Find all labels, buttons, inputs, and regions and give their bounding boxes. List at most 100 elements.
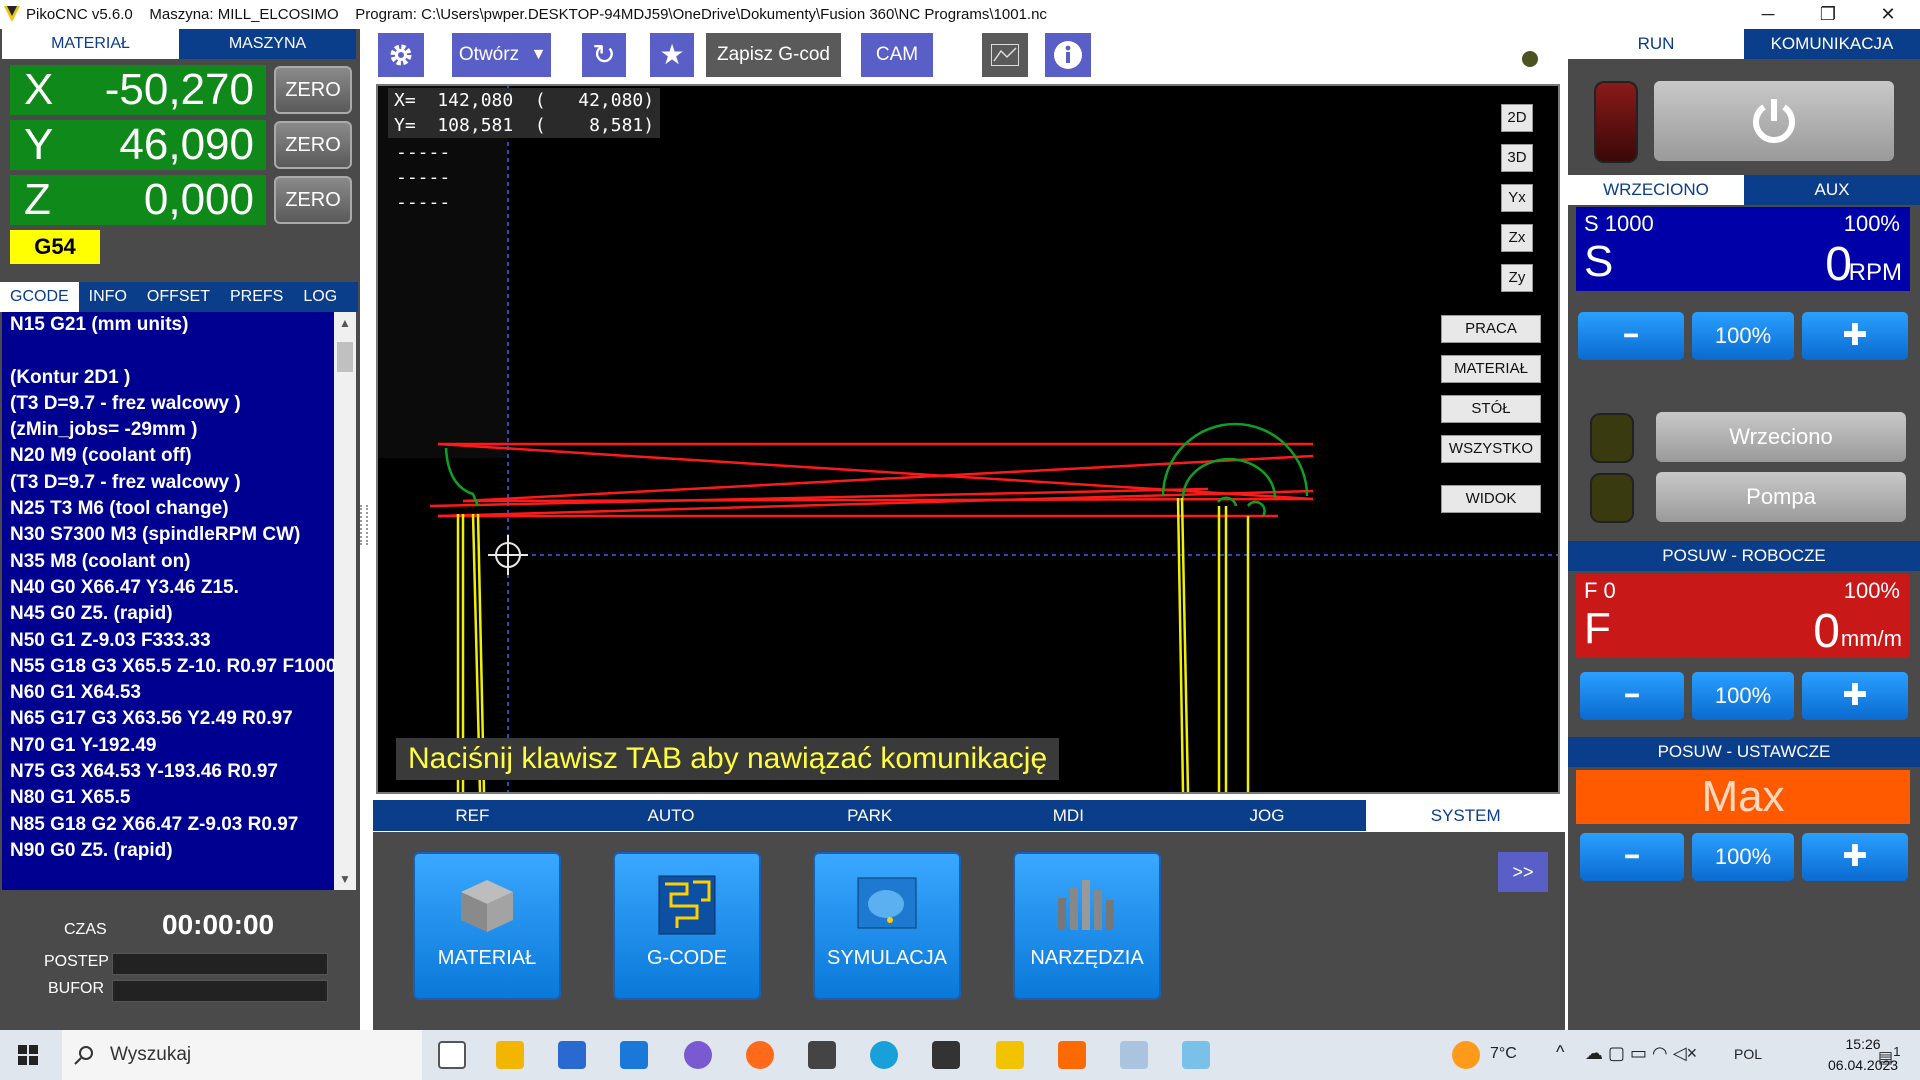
pump-toggle-button[interactable]: Pompa bbox=[1656, 472, 1906, 522]
tab-ref[interactable]: REF bbox=[373, 800, 572, 831]
minimize-button[interactable]: ─ bbox=[1748, 2, 1788, 26]
view-yx-button[interactable]: Yx bbox=[1501, 184, 1533, 212]
scroll-up-icon[interactable]: ▲ bbox=[339, 316, 351, 330]
tab-offset[interactable]: OFFSET bbox=[136, 282, 220, 312]
notification-icon[interactable]: ▤1 bbox=[1878, 1044, 1901, 1067]
app-icon[interactable] bbox=[1182, 1041, 1210, 1069]
tab-communication[interactable]: KOMUNIKACJA bbox=[1744, 29, 1920, 59]
open-button[interactable]: Otwórz bbox=[452, 33, 526, 77]
view-zy-button[interactable]: Zy bbox=[1501, 264, 1533, 292]
chart-button[interactable] bbox=[982, 33, 1028, 77]
refresh-button[interactable]: ↻ bbox=[582, 33, 626, 77]
settings-button[interactable] bbox=[378, 33, 424, 77]
open-dropdown-button[interactable]: ▼ bbox=[526, 33, 551, 77]
toolpath-viewport[interactable]: X= 142,080 ( 42,080) Y= 108,581 ( 8,581)… bbox=[376, 84, 1560, 794]
tray-icons[interactable]: ☁ ▢ ▭ ◠ ◁× bbox=[1585, 1043, 1697, 1064]
rapid-override-button[interactable]: 100% bbox=[1692, 833, 1794, 881]
gcode-listing[interactable]: N15 G21 (mm units) (Kontur 2D1 ) (T3 D=9.7… bbox=[2, 312, 334, 890]
gcode-line[interactable]: N40 G0 X66.47 Y3.46 Z15. bbox=[2, 575, 334, 601]
close-button[interactable]: ✕ bbox=[1868, 2, 1908, 26]
zero-y-button[interactable]: ZERO bbox=[274, 121, 352, 169]
file-explorer-icon[interactable] bbox=[496, 1041, 524, 1069]
gcode-line[interactable]: N50 G1 Z-9.03 F333.33 bbox=[2, 628, 334, 654]
gcode-line[interactable]: N15 G21 (mm units) bbox=[2, 312, 334, 338]
copilot-icon[interactable] bbox=[684, 1041, 712, 1069]
keylock-indicator[interactable] bbox=[1522, 51, 1538, 67]
gcode-line[interactable]: N65 G17 G3 X63.56 Y2.49 R0.97 bbox=[2, 706, 334, 732]
tray-chevron-icon[interactable]: ^ bbox=[1556, 1042, 1564, 1063]
weather-icon[interactable] bbox=[1452, 1041, 1480, 1069]
store-icon[interactable] bbox=[558, 1041, 586, 1069]
save-gcode-button[interactable]: Zapisz G-cod bbox=[706, 33, 841, 77]
zoom-material-button[interactable]: MATERIAŁ bbox=[1441, 355, 1541, 383]
tab-info[interactable]: INFO bbox=[78, 282, 137, 312]
material-button[interactable]: MATERIAŁ bbox=[413, 852, 561, 1000]
tab-spindle[interactable]: WRZECIONO bbox=[1568, 175, 1744, 205]
cnc-app-icon[interactable] bbox=[932, 1041, 960, 1069]
gcode-line[interactable]: N70 G1 Y-192.49 bbox=[2, 733, 334, 759]
view-button[interactable]: WIDOK bbox=[1441, 485, 1541, 513]
spindle-override-button[interactable]: 100% bbox=[1692, 312, 1794, 360]
gcode-line[interactable]: N55 G18 G3 X65.5 Z-10. R0.97 F1000 bbox=[2, 654, 334, 680]
zoom-table-button[interactable]: STÓŁ bbox=[1441, 395, 1541, 423]
firefox-icon[interactable] bbox=[746, 1041, 774, 1069]
task-view-icon[interactable] bbox=[438, 1041, 466, 1069]
info-button[interactable] bbox=[1045, 33, 1091, 77]
tab-aux[interactable]: AUX bbox=[1744, 175, 1920, 205]
gcode-line[interactable]: N25 T3 M6 (tool change) bbox=[2, 496, 334, 522]
tab-auto[interactable]: AUTO bbox=[571, 800, 771, 831]
view-zx-button[interactable]: Zx bbox=[1501, 224, 1533, 252]
scroll-thumb[interactable] bbox=[337, 342, 353, 372]
zoom-work-button[interactable]: PRACA bbox=[1441, 315, 1541, 343]
gcode-line[interactable]: N20 M9 (coolant off) bbox=[2, 443, 334, 469]
gcode-line[interactable]: N80 G1 X65.5 bbox=[2, 785, 334, 811]
gcode-line[interactable]: (zMin_jobs= -29mm ) bbox=[2, 417, 334, 443]
gcode-line[interactable]: (Kontur 2D1 ) bbox=[2, 365, 334, 391]
gcode-line[interactable]: N75 G3 X64.53 Y-193.46 R0.97 bbox=[2, 759, 334, 785]
gcode-line[interactable]: N45 G0 Z5. (rapid) bbox=[2, 601, 334, 627]
maximize-button[interactable]: ❐ bbox=[1808, 2, 1848, 26]
tab-machine[interactable]: MASZYNA bbox=[179, 29, 356, 59]
mail-icon[interactable] bbox=[620, 1041, 648, 1069]
feed-plus-button[interactable]: ✚ bbox=[1802, 672, 1908, 720]
power-button[interactable] bbox=[1654, 81, 1894, 161]
scroll-down-icon[interactable]: ▼ bbox=[339, 872, 351, 886]
gcode-line[interactable]: N35 M8 (coolant on) bbox=[2, 549, 334, 575]
tab-jog[interactable]: JOG bbox=[1167, 800, 1367, 831]
gcode-line[interactable]: (T3 D=9.7 - frez walcowy ) bbox=[2, 470, 334, 496]
gcode-line[interactable]: N90 G0 Z5. (rapid) bbox=[2, 838, 334, 864]
gcode-line[interactable]: N60 G1 X64.53 bbox=[2, 680, 334, 706]
tab-log[interactable]: LOG bbox=[293, 282, 348, 312]
tools-button[interactable]: NARZĘDZIA bbox=[1013, 852, 1161, 1000]
feed-override-button[interactable]: 100% bbox=[1692, 672, 1794, 720]
splitter-handle[interactable] bbox=[360, 505, 368, 545]
gcode-button[interactable]: G-CODE bbox=[613, 852, 761, 1000]
cam-button[interactable]: CAM bbox=[861, 33, 933, 77]
taskbar-search[interactable]: Wyszukaj bbox=[62, 1030, 422, 1080]
tab-park[interactable]: PARK bbox=[770, 800, 970, 831]
zero-z-button[interactable]: ZERO bbox=[274, 176, 352, 224]
spindle-toggle-button[interactable]: Wrzeciono bbox=[1656, 412, 1906, 462]
rapid-minus-button[interactable]: ━ bbox=[1580, 833, 1684, 881]
tab-mdi[interactable]: MDI bbox=[969, 800, 1168, 831]
simulation-button[interactable]: SYMULACJA bbox=[813, 852, 961, 1000]
feed-minus-button[interactable]: ━ bbox=[1580, 672, 1684, 720]
wcs-badge[interactable]: G54 bbox=[10, 230, 100, 264]
tab-run[interactable]: RUN bbox=[1568, 29, 1744, 59]
gcode-line[interactable]: N85 G18 G2 X66.47 Z-9.03 R0.97 bbox=[2, 812, 334, 838]
edge-icon[interactable] bbox=[870, 1041, 898, 1069]
spindle-plus-button[interactable]: ✚ bbox=[1802, 312, 1908, 360]
spindle-minus-button[interactable]: ━ bbox=[1578, 312, 1684, 360]
emergency-indicator[interactable] bbox=[1594, 81, 1638, 163]
gcode-scrollbar[interactable]: ▲ ▼ bbox=[334, 312, 356, 890]
gcode-line[interactable] bbox=[2, 338, 334, 364]
gcode-line[interactable]: (T3 D=9.7 - frez walcowy ) bbox=[2, 391, 334, 417]
zero-x-button[interactable]: ZERO bbox=[274, 66, 352, 114]
gcode-line[interactable]: N30 S7300 M3 (spindleRPM CW) bbox=[2, 522, 334, 548]
paint-icon[interactable] bbox=[1120, 1041, 1148, 1069]
calculator-icon[interactable] bbox=[808, 1041, 836, 1069]
view-2d-button[interactable]: 2D bbox=[1501, 104, 1533, 132]
more-button[interactable]: >> bbox=[1498, 852, 1548, 892]
tab-system[interactable]: SYSTEM bbox=[1366, 800, 1566, 831]
tab-prefs[interactable]: PREFS bbox=[220, 282, 294, 312]
